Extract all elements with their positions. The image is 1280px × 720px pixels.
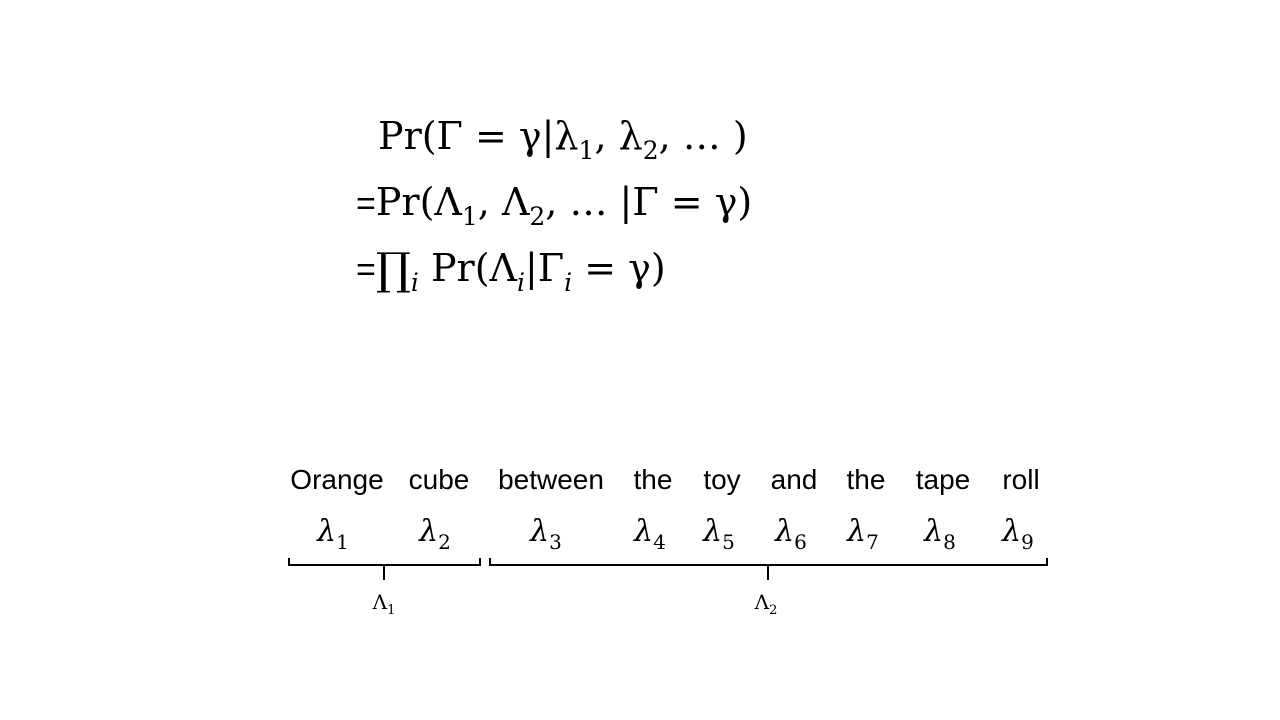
sentence-words: Orange cube between the toy and the tape… [0, 462, 1280, 502]
eq1-mid: , λ [594, 114, 643, 158]
product-symbol: ∏ [375, 244, 411, 295]
eq3-c: = γ) [572, 246, 666, 290]
brace-group-1 [288, 558, 481, 580]
eq2-b: , Λ [477, 180, 530, 224]
lambda-6: λ6 [775, 514, 807, 554]
word-2: cube [408, 464, 470, 495]
eq1-lhs: Pr(Γ = γ|λ [378, 114, 579, 158]
eq3-sub3: i [564, 268, 573, 297]
eq3-a: Pr(Λ [418, 246, 517, 290]
word-4: the [633, 464, 673, 495]
eq2-sub1: 1 [461, 202, 478, 231]
lambda-2: λ2 [419, 514, 451, 554]
word-9: roll [1002, 464, 1040, 495]
word-6: and [770, 464, 818, 495]
lambda-1: λ1 [317, 514, 349, 554]
eq2-prefix: = [356, 185, 376, 223]
equation-line-1: Pr(Γ = γ|λ1, λ2, … ) [378, 114, 748, 163]
lambda-5: λ5 [703, 514, 735, 554]
lambda-9: λ9 [1002, 514, 1034, 554]
eq2-sub2: 2 [529, 202, 546, 231]
group-label-2: Λ2 [754, 590, 778, 618]
word-8: tape [915, 464, 971, 495]
lambda-labels: λ1 λ2 λ3 λ4 λ5 λ6 λ7 λ8 λ9 [0, 512, 1280, 556]
eq3-prod-sub: i [410, 268, 419, 297]
word-5: toy [703, 464, 741, 495]
eq3-sub2: i [516, 268, 525, 297]
equation-line-2: =Pr(Λ1, Λ2, … |Γ = γ) [356, 180, 753, 229]
eq2-a: Pr(Λ [375, 180, 462, 224]
eq2-c: , … |Γ = γ) [545, 180, 753, 224]
lambda-8: λ8 [924, 514, 956, 554]
eq3-prefix: = [356, 251, 376, 289]
word-1: Orange [290, 464, 384, 495]
brace-group-2 [489, 558, 1048, 580]
eq1-sub2: 2 [642, 136, 659, 165]
eq1-tail: , … ) [658, 114, 748, 158]
lambda-7: λ7 [847, 514, 879, 554]
equation-line-3: =∏i Pr(Λi|Γi = γ) [356, 244, 666, 295]
group-label-1: Λ1 [372, 590, 396, 618]
eq1-sub1: 1 [578, 136, 595, 165]
lambda-4: λ4 [634, 514, 666, 554]
word-3: between [498, 464, 604, 495]
grouping-braces [288, 558, 1048, 580]
eq3-b: |Γ [524, 246, 565, 290]
lambda-3: λ3 [530, 514, 562, 554]
word-7: the [846, 464, 886, 495]
